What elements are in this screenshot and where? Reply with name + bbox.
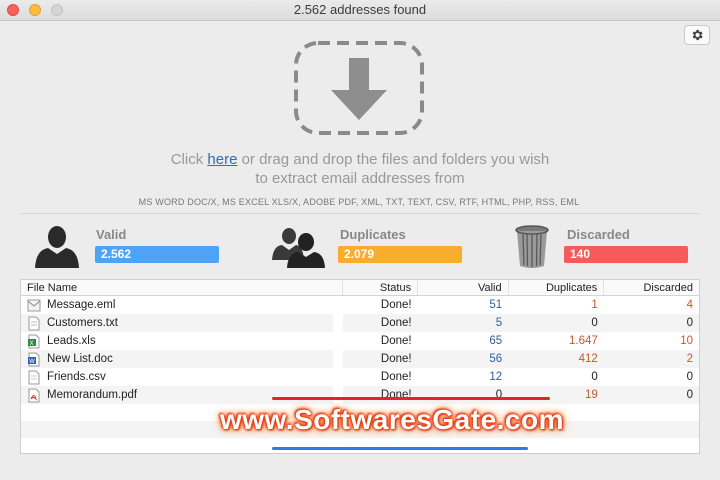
table-row[interactable]: X Leads.xls Done! 65 1.647 10: [21, 332, 699, 350]
download-arrow-icon: [331, 58, 387, 120]
divider: [20, 213, 700, 214]
table-row[interactable]: Friends.csv Done! 12 0 0: [21, 368, 699, 386]
empty-row: [21, 438, 699, 453]
file-status: Done!: [342, 350, 418, 368]
watermark-line: [272, 397, 550, 400]
settings-button[interactable]: [684, 25, 710, 45]
file-valid: 51: [489, 299, 503, 311]
file-discarded: 0: [603, 314, 699, 332]
gear-icon: [692, 29, 703, 41]
file-status: Done!: [342, 386, 418, 404]
file-duplicates: 412: [508, 350, 604, 368]
file-duplicates: 19: [508, 386, 604, 404]
table-row[interactable]: Message.eml Done! 51 1 4: [21, 296, 699, 315]
drop-text-suffix: or drag and drop the files and folders y…: [237, 151, 550, 168]
drop-instructions: Click here or drag and drop the files an…: [0, 150, 720, 188]
file-duplicates: 0: [591, 371, 598, 383]
file-duplicates: 1: [591, 299, 598, 311]
file-discarded: 10: [680, 335, 693, 347]
file-valid: 56: [417, 350, 509, 368]
trash-icon: [515, 225, 549, 268]
file-valid: 12: [489, 371, 503, 383]
discarded-count: 140: [564, 246, 688, 263]
file-name: New List.doc: [47, 353, 113, 365]
valid-count: 2.562: [95, 246, 219, 263]
watermark-underline: [272, 447, 528, 450]
table-row[interactable]: W New List.doc Done! 56 412 2: [21, 350, 699, 368]
file-name: Message.eml: [47, 299, 116, 311]
discarded-label: Discarded: [567, 227, 630, 242]
col-status[interactable]: Status: [342, 280, 419, 296]
table-row[interactable]: Customers.txt Done! 5 0 0: [21, 314, 699, 332]
file-status: Done!: [380, 335, 412, 347]
file-name: Leads.xls: [47, 335, 96, 347]
col-valid[interactable]: Valid: [417, 280, 509, 296]
csv-file-icon: [28, 370, 40, 384]
file-discarded: 4: [686, 299, 693, 311]
duplicates-stat: Duplicates 2.079: [270, 222, 470, 268]
col-discarded[interactable]: Discarded: [603, 280, 699, 296]
table-row[interactable]: Memorandum.pdf Done! 0 19 0: [21, 386, 699, 404]
file-discarded: 0: [686, 371, 693, 383]
file-status: Done!: [380, 371, 412, 383]
file-discarded: 2: [603, 350, 699, 368]
title-bar: 2.562 addresses found: [0, 0, 720, 21]
window-title: 2.562 addresses found: [293, 2, 427, 17]
file-name: Customers.txt: [47, 317, 118, 329]
table-header: File Name Status Valid Duplicates Discar…: [21, 280, 699, 296]
file-valid: 0: [417, 386, 509, 404]
svg-text:W: W: [29, 358, 35, 365]
file-duplicates: 1.647: [569, 335, 598, 347]
file-valid: 5: [417, 314, 509, 332]
watermark-text: www.SoftwaresGate.com: [220, 404, 564, 435]
text-file-icon: [28, 316, 40, 330]
people-icon: [272, 228, 325, 268]
pdf-file-icon: [28, 388, 40, 402]
file-name: Friends.csv: [47, 371, 106, 383]
svg-text:X: X: [30, 340, 34, 347]
col-file-name[interactable]: File Name: [21, 280, 343, 296]
email-file-icon: [27, 299, 41, 311]
file-valid: 65: [489, 335, 503, 347]
file-status: Done!: [380, 299, 412, 311]
duplicates-label: Duplicates: [340, 227, 406, 242]
file-status: Done!: [342, 314, 418, 332]
file-drop-zone[interactable]: [293, 40, 425, 136]
person-icon: [35, 226, 79, 268]
file-discarded: 0: [603, 386, 699, 404]
drop-text-prefix: Click: [170, 151, 208, 168]
drop-text-line2: to extract email addresses from: [255, 170, 465, 187]
discarded-stat: Discarded 140: [512, 222, 692, 268]
supported-formats: MS WORD DOC/X, MS EXCEL XLS/X, ADOBE PDF…: [138, 197, 580, 207]
col-duplicates[interactable]: Duplicates: [508, 280, 605, 296]
duplicates-count: 2.079: [338, 246, 462, 263]
file-name: Memorandum.pdf: [47, 389, 138, 401]
valid-label: Valid: [96, 227, 127, 242]
file-duplicates: 0: [508, 314, 604, 332]
click-here-link[interactable]: here: [207, 151, 237, 168]
excel-file-icon: X: [28, 334, 40, 348]
valid-stat: Valid 2.562: [30, 222, 230, 268]
word-file-icon: W: [28, 352, 40, 366]
